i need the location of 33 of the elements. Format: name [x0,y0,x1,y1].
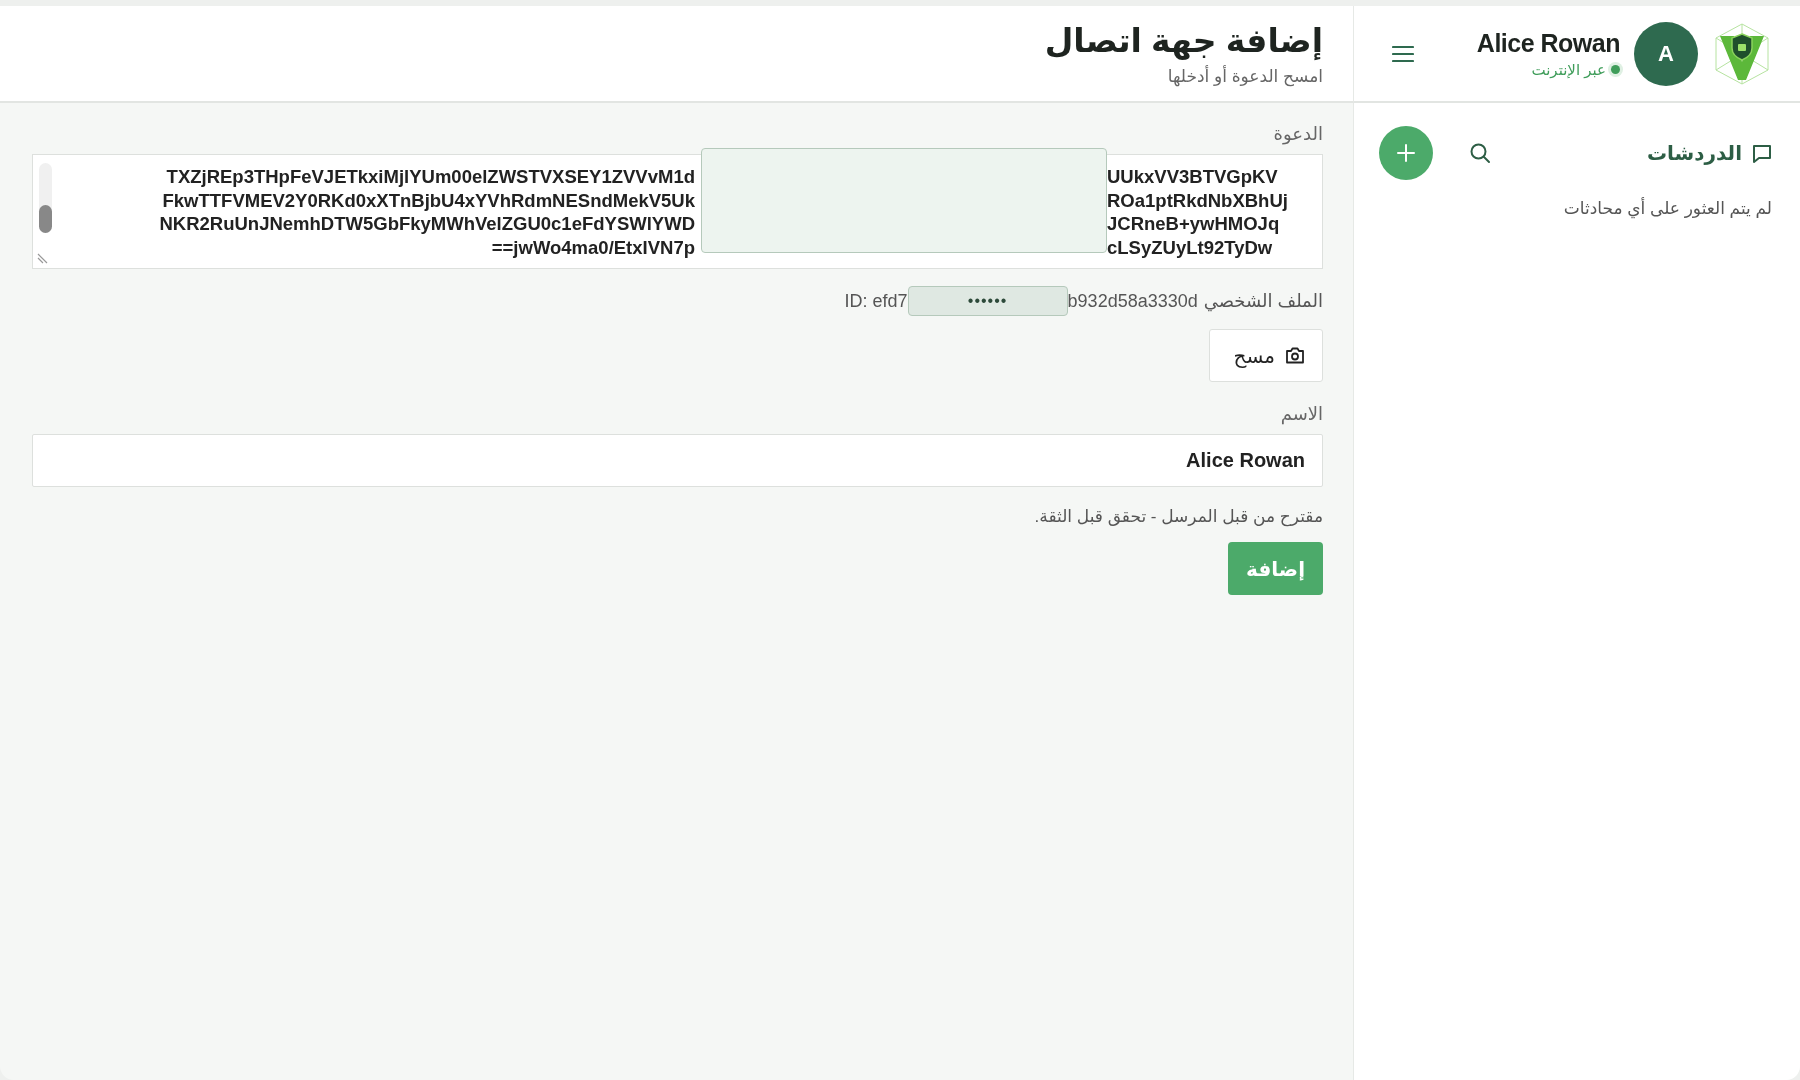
masked-id: •••••• [907,286,1068,316]
status-text: عبر الإنترنت [1531,60,1606,79]
user-name: Alice Rowan [1476,28,1620,58]
invite-text: TXZjREp3THpFeVJETkxiMjlYUm00elZWSTVXSEY1ZVVvM1d [166,165,695,189]
invite-label: الدعوة [1273,123,1323,145]
resize-grip-icon[interactable] [37,253,48,264]
search-icon[interactable] [1469,142,1491,164]
page-title: إضافة جهة اتصال [1044,20,1323,60]
empty-chats-message: لم يتم العثور على أي محادثات [1562,198,1772,219]
invite-text: UUkxVV3BTVGpKV [1107,165,1279,189]
user-avatar[interactable]: A [1634,21,1698,86]
invite-text: cLSyZUyLt92TyDw [1107,235,1274,259]
new-chat-button[interactable] [1379,126,1433,180]
chats-title: الدردشات [1647,141,1742,165]
logo-icon [1712,21,1772,86]
camera-icon [1285,347,1305,364]
page-subtitle: امسح الدعوة أو أدخلها [1167,65,1323,87]
scan-button[interactable]: مسح [1208,329,1323,382]
invite-text: FkwTTFVMEV2Y0RKd0xXTnBjbU4xYVhRdmNESndMekV5Uk [162,188,695,212]
chat-icon [1752,143,1772,163]
invite-text: NKR2RuUnJNemhDTW5GbFkyMWhVelZGU0c1eFdYSWlYWD [159,212,695,236]
name-label: الاسم [1280,403,1323,425]
name-field[interactable]: Alice Rowan [32,434,1323,487]
profile-id-text: ID: efd7 [844,290,908,312]
plus-icon [1396,143,1416,163]
name-hint: مقترح من قبل المرسل - تحقق قبل الثقة. [1034,506,1323,527]
invite-text: ==jwWo4ma0/EtxIVN7p [491,235,695,259]
profile-id-text: b932d58a3330d [1067,290,1198,312]
scrollbar[interactable] [39,163,52,233]
invite-text: ROa1ptRkdNbXBhUj [1107,188,1289,212]
invite-text: JCRneB+ywHMOJq [1107,212,1281,236]
menu-icon[interactable] [1392,44,1414,63]
profile-label: الملف الشخصي [1203,290,1323,312]
